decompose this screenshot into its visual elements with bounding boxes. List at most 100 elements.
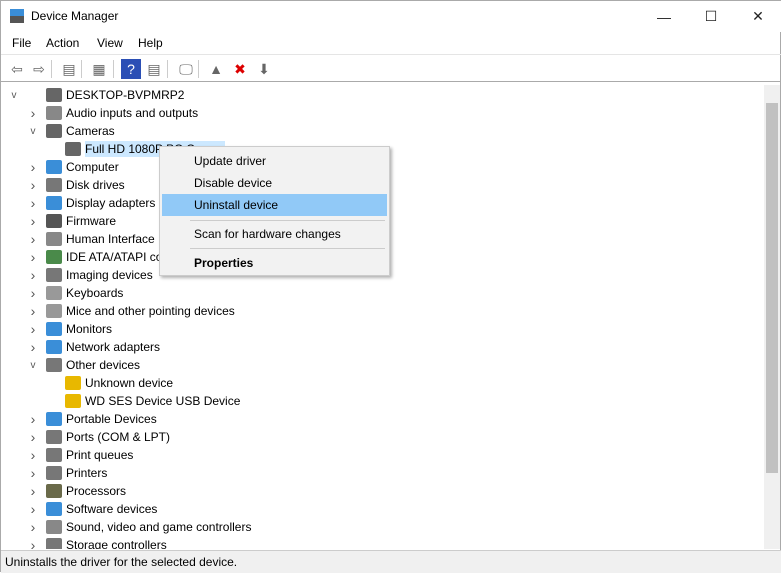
device-category-icon [46,196,62,210]
chevron-right-icon[interactable]: › [28,303,38,319]
chevron-down-icon[interactable]: v [9,90,19,101]
chevron-right-icon[interactable]: › [28,249,38,265]
chevron-right-icon[interactable]: › [28,267,38,283]
tree-item[interactable]: WD SES Device USB Device [1,392,240,410]
chevron-right-icon[interactable]: › [28,213,38,229]
chevron-right-icon[interactable]: › [28,321,38,337]
tree-item-label: Firmware [66,214,116,228]
tree-item[interactable]: › Print queues [1,446,134,464]
tree-item[interactable]: › Firmware [1,212,116,230]
tree-item[interactable]: › Mice and other pointing devices [1,302,235,320]
tree-item[interactable]: › Printers [1,464,108,482]
chevron-right-icon[interactable]: › [28,501,38,517]
device-category-icon [46,214,62,228]
properties-icon[interactable]: ▦ [89,59,109,79]
show-hide-console-tree-icon[interactable]: ▤ [59,59,79,79]
device-category-icon [46,520,62,534]
help-icon[interactable]: ? [121,59,141,79]
uninstall-icon[interactable]: ✖ [230,59,250,79]
device-category-icon [46,412,62,426]
tree-item-label: IDE ATA/ATAPI co [66,250,163,264]
minimize-button[interactable]: — [641,1,687,32]
tree-item[interactable]: v Other devices [1,356,140,374]
disable-icon[interactable]: ⬇ [254,59,274,79]
vertical-scrollbar[interactable] [764,85,780,549]
chevron-right-icon[interactable]: › [28,429,38,445]
chevron-right-icon[interactable]: › [28,483,38,499]
chevron-right-icon[interactable]: › [28,465,38,481]
warning-icon [65,394,81,408]
tree-item[interactable]: › Portable Devices [1,410,157,428]
tree-item[interactable]: v Cameras [1,122,115,140]
tree-item-label: Print queues [66,448,134,462]
toolbar-separator [113,60,114,78]
chevron-right-icon[interactable]: › [28,447,38,463]
tree-item-label: Display adapters [66,196,156,210]
chevron-right-icon[interactable]: › [28,411,38,427]
tree-item[interactable]: › Ports (COM & LPT) [1,428,170,446]
device-category-icon [65,142,81,156]
device-category-icon [46,250,62,264]
toolbar-separator [81,60,82,78]
menu-item-uninstall-device[interactable]: Uninstall device [162,194,387,216]
maximize-button[interactable]: ☐ [688,1,734,32]
tree-root[interactable]: v DESKTOP-BVPMRP2 [1,86,184,104]
chevron-right-icon[interactable]: › [28,105,38,121]
tree-item-label: Mice and other pointing devices [66,304,235,318]
chevron-down-icon[interactable]: v [28,360,38,371]
toolbar: ⇦ ⇨ ▤ ▦? ▤ 🖵 ▲ ✖ ⬇ [1,54,781,82]
tree-item[interactable]: › Display adapters [1,194,156,212]
menu-item-update-driver[interactable]: Update driver [162,150,387,172]
chevron-right-icon[interactable]: › [28,519,38,535]
device-category-icon [46,232,62,246]
menu-help[interactable]: Help [138,36,163,50]
tree-item[interactable]: › Processors [1,482,126,500]
tree-item[interactable]: › Keyboards [1,284,124,302]
chevron-right-icon[interactable]: › [28,195,38,211]
chevron-right-icon[interactable]: › [28,285,38,301]
tree-item[interactable]: › Sound, video and game controllers [1,518,252,536]
tree-item[interactable]: › Software devices [1,500,158,518]
device-category-icon [46,124,62,138]
tree-item[interactable]: › IDE ATA/ATAPI co [1,248,163,266]
tree-item[interactable]: › Human Interface [1,230,155,248]
menu-separator [190,248,385,249]
scan-hardware-icon[interactable]: 🖵 [176,59,196,79]
chevron-right-icon[interactable]: › [28,339,38,355]
device-category-icon [46,448,62,462]
tree-item[interactable]: › Storage controllers [1,536,167,549]
tree-item-label: Processors [66,484,127,498]
forward-icon[interactable]: ⇨ [29,59,49,79]
tree-item[interactable]: › Disk drives [1,176,125,194]
tree-item[interactable]: › Audio inputs and outputs [1,104,198,122]
tree-item[interactable]: Unknown device [1,374,173,392]
menu-item-disable-device[interactable]: Disable device [162,172,387,194]
chevron-right-icon[interactable]: › [28,159,38,175]
menu-action[interactable]: Action [46,36,79,50]
toolbar-separator [167,60,168,78]
menu-separator [190,220,385,221]
status-bar: Uninstalls the driver for the selected d… [1,550,781,573]
chevron-right-icon[interactable]: › [28,537,38,549]
menu-item-scan-hardware[interactable]: Scan for hardware changes [162,223,387,245]
tree-item[interactable]: › Monitors [1,320,112,338]
update-driver-icon[interactable]: ▲ [206,59,226,79]
tree-item[interactable]: › Computer [1,158,119,176]
chevron-right-icon[interactable]: › [28,231,38,247]
action-pane-icon[interactable]: ▤ [144,59,164,79]
close-button[interactable]: ✕ [735,1,781,32]
tree-item-label: Imaging devices [66,268,153,282]
device-category-icon [46,502,62,516]
chevron-down-icon[interactable]: v [28,126,38,137]
menu-file[interactable]: File [12,36,31,50]
scrollbar-thumb[interactable] [766,103,778,473]
tree-item[interactable]: › Imaging devices [1,266,153,284]
device-category-icon [46,160,62,174]
tree-item[interactable]: › Network adapters [1,338,160,356]
back-icon[interactable]: ⇦ [7,59,27,79]
menu-view[interactable]: View [97,36,123,50]
device-category-icon [46,304,62,318]
device-category-icon [46,466,62,480]
chevron-right-icon[interactable]: › [28,177,38,193]
menu-item-properties[interactable]: Properties [162,252,387,274]
